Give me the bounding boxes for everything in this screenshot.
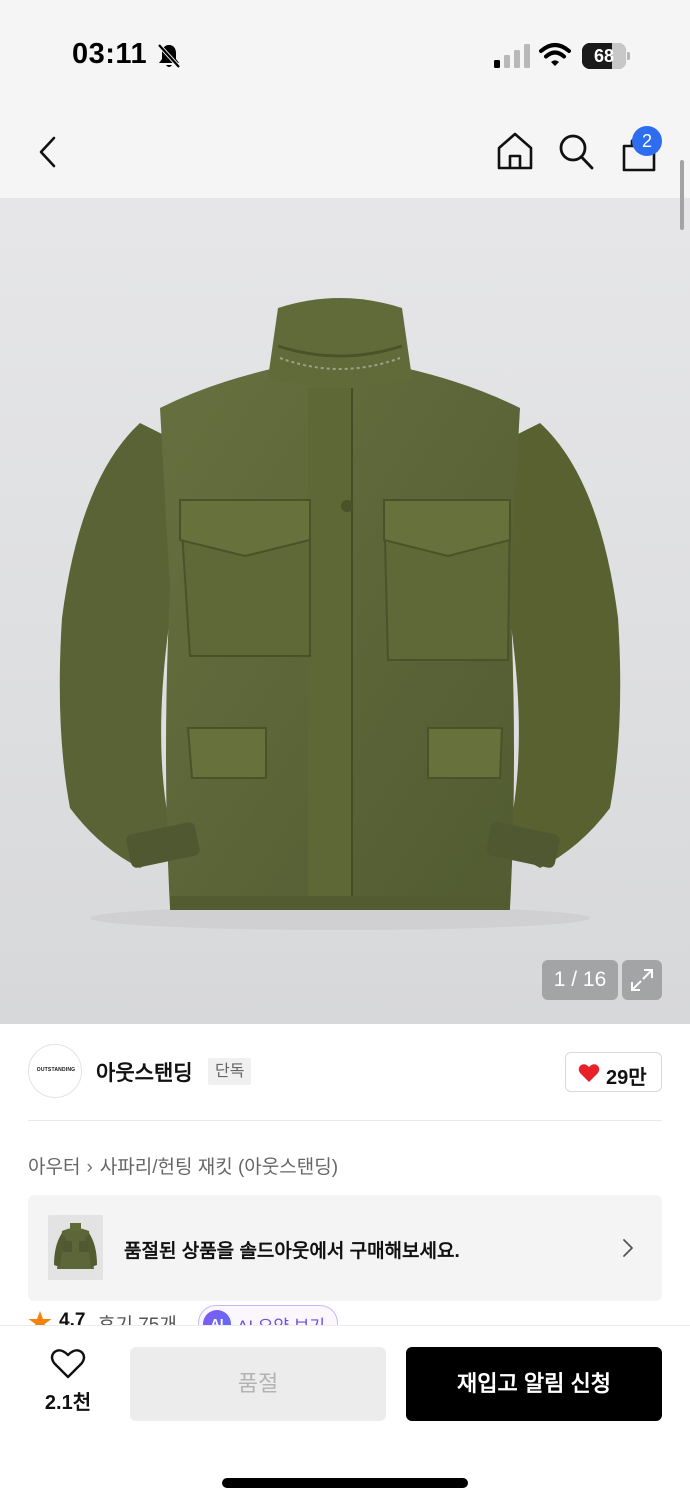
status-time: 03:11: [72, 38, 148, 70]
bottom-action-bar: 2.1천 품절 재입고 알림 신청: [0, 1325, 690, 1500]
breadcrumb: 아우터 › 사파리/헌팅 재킷 (아웃스탠딩): [28, 1152, 338, 1179]
status-bar: 03:11 68: [0, 0, 690, 110]
brand-name[interactable]: 아웃스탠딩: [96, 1057, 193, 1087]
jacket-thumbnail-image: [48, 1215, 103, 1280]
heart-outline-icon: [50, 1349, 86, 1379]
brand-logo-text: OUTSTANDING: [36, 1067, 76, 1073]
review-count-link[interactable]: 후기 75개: [98, 1310, 177, 1326]
image-page-counter: 1 / 16: [542, 960, 618, 1000]
brand-like-button[interactable]: 29만: [565, 1052, 662, 1092]
battery-indicator: 68: [582, 43, 630, 69]
back-arrow-icon[interactable]: [34, 134, 64, 170]
home-indicator[interactable]: [222, 1478, 468, 1488]
restock-alert-button[interactable]: 재입고 알림 신청: [406, 1347, 662, 1421]
brand-row: OUTSTANDING 아웃스탠딩 단독 29만: [0, 1024, 690, 1120]
ai-summary-label: AI 요약 보기: [237, 1312, 325, 1326]
soldout-banner-text: 품절된 상품을 솔드아웃에서 구매해보세요.: [124, 1241, 460, 1262]
cellular-signal-icon: [494, 44, 530, 68]
divider: [28, 1120, 662, 1121]
cart-count-badge: 2: [632, 126, 662, 156]
breadcrumb-category[interactable]: 아우터: [28, 1157, 80, 1178]
scrollbar[interactable]: [680, 160, 684, 230]
star-icon: [28, 1311, 52, 1326]
rating-score: 4.7: [59, 1310, 86, 1326]
search-icon[interactable]: [556, 130, 596, 172]
chevron-right-icon: ›: [86, 1157, 93, 1178]
wishlist-count: 2.1천: [44, 1392, 92, 1414]
brand-like-count: 29만: [606, 1067, 647, 1089]
brand-logo[interactable]: OUTSTANDING: [28, 1044, 82, 1098]
heart-filled-icon: [578, 1064, 600, 1082]
rating-row: 4.7 후기 75개 AI AI 요약 보기: [28, 1304, 428, 1326]
expand-icon: [631, 969, 653, 991]
top-nav-bar: [0, 110, 690, 198]
exclusive-tag: 단독: [208, 1058, 252, 1085]
home-icon[interactable]: [495, 130, 535, 172]
battery-percent: 68: [593, 46, 615, 66]
product-image-gallery[interactable]: 1 / 16: [0, 198, 690, 1024]
soldout-button: 품절: [130, 1347, 386, 1421]
soldout-banner[interactable]: 품절된 상품을 솔드아웃에서 구매해보세요.: [28, 1195, 662, 1301]
chevron-right-icon: [623, 1239, 633, 1257]
wifi-icon: [539, 43, 571, 66]
soldout-product-thumbnail: [48, 1215, 103, 1280]
bell-off-icon: [157, 43, 181, 69]
product-jacket-image: [59, 298, 621, 930]
expand-image-button[interactable]: [622, 960, 662, 1000]
ai-summary-button[interactable]: AI AI 요약 보기: [198, 1305, 338, 1326]
ai-icon: AI: [203, 1310, 231, 1326]
breadcrumb-subcategory[interactable]: 사파리/헌팅 재킷 (아웃스탠딩): [100, 1157, 338, 1178]
wishlist-button[interactable]: 2.1천: [28, 1348, 108, 1418]
